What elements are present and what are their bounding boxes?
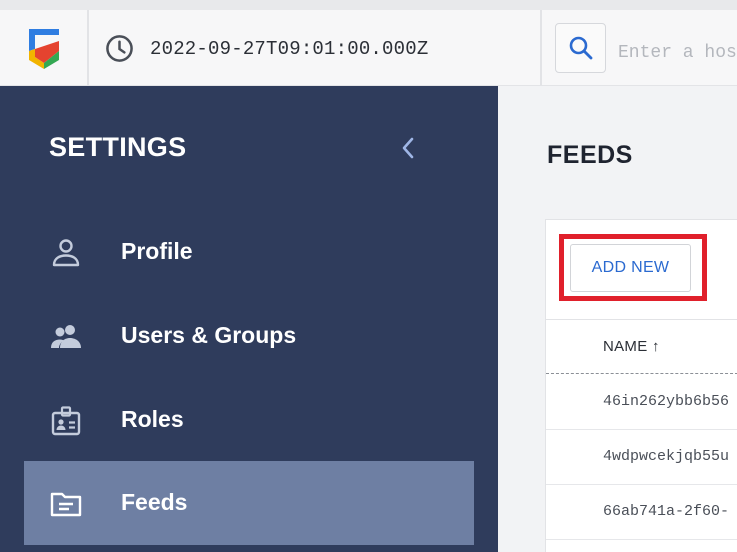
add-new-button[interactable]: ADD NEW <box>570 244 691 292</box>
sidebar-item-profile[interactable]: Profile <box>24 210 474 294</box>
feed-name-cell: 66ab741a-2f60- <box>603 503 730 520</box>
column-header-name[interactable]: NAME ↑ <box>603 338 660 355</box>
sidebar-item-users-groups[interactable]: Users & Groups <box>24 294 474 378</box>
chevron-left-icon[interactable] <box>398 136 418 160</box>
page-title: FEEDS <box>547 141 633 169</box>
search-button[interactable] <box>555 23 606 73</box>
logo-icon <box>28 29 59 69</box>
badge-icon <box>51 406 81 436</box>
table-row[interactable]: 4wdpwcekjqb55u <box>546 430 737 485</box>
sidebar-item-feeds[interactable]: Feeds <box>24 461 474 545</box>
person-icon <box>52 239 80 267</box>
sidebar-item-roles[interactable]: Roles <box>24 378 474 462</box>
sidebar-title: SETTINGS <box>49 132 187 162</box>
feed-name-cell: 46in262ybb6b56 <box>603 393 730 410</box>
users-icon <box>51 325 81 348</box>
main-content: FEEDS ADD NEW NAME ↑ 46in262ybb6b56 4wdp… <box>498 86 737 552</box>
table-row[interactable]: 46in262ybb6b56 <box>546 375 737 430</box>
sidebar-item-label: Feeds <box>121 489 188 515</box>
sidebar-item-label: Profile <box>121 238 193 264</box>
sidebar-item-label: Users & Groups <box>121 322 297 348</box>
timestamp: 2022-09-27T09:01:00.000Z <box>150 38 429 60</box>
clock-icon <box>106 35 133 62</box>
table-header: NAME ↑ <box>546 319 737 374</box>
sidebar-item-label: Roles <box>121 406 184 432</box>
settings-sidebar: SETTINGS Profile Users & Groups Roles Fe… <box>0 86 498 552</box>
top-bar: 2022-09-27T09:01:00.000Z <box>0 0 737 86</box>
search-icon <box>569 36 592 60</box>
host-search-input[interactable] <box>618 40 737 66</box>
table-row[interactable]: 66ab741a-2f60- <box>546 485 737 540</box>
app-logo[interactable] <box>0 10 89 86</box>
feed-name-cell: 4wdpwcekjqb55u <box>603 448 730 465</box>
time-picker[interactable]: 2022-09-27T09:01:00.000Z <box>89 10 542 86</box>
feeds-card: ADD NEW NAME ↑ 46in262ybb6b56 4wdpwcekjq… <box>545 219 737 552</box>
folder-icon <box>50 492 82 517</box>
